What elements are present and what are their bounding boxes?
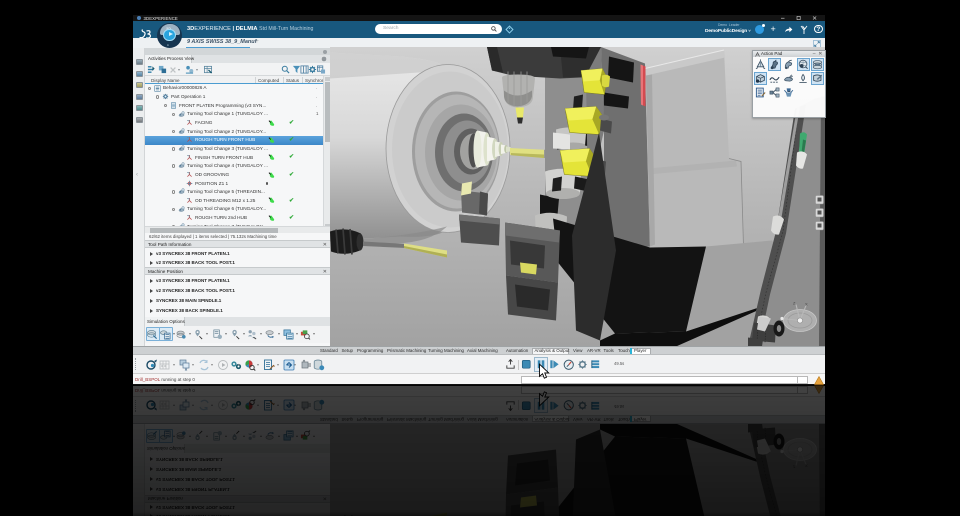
svg-text:X: X <box>805 301 808 306</box>
